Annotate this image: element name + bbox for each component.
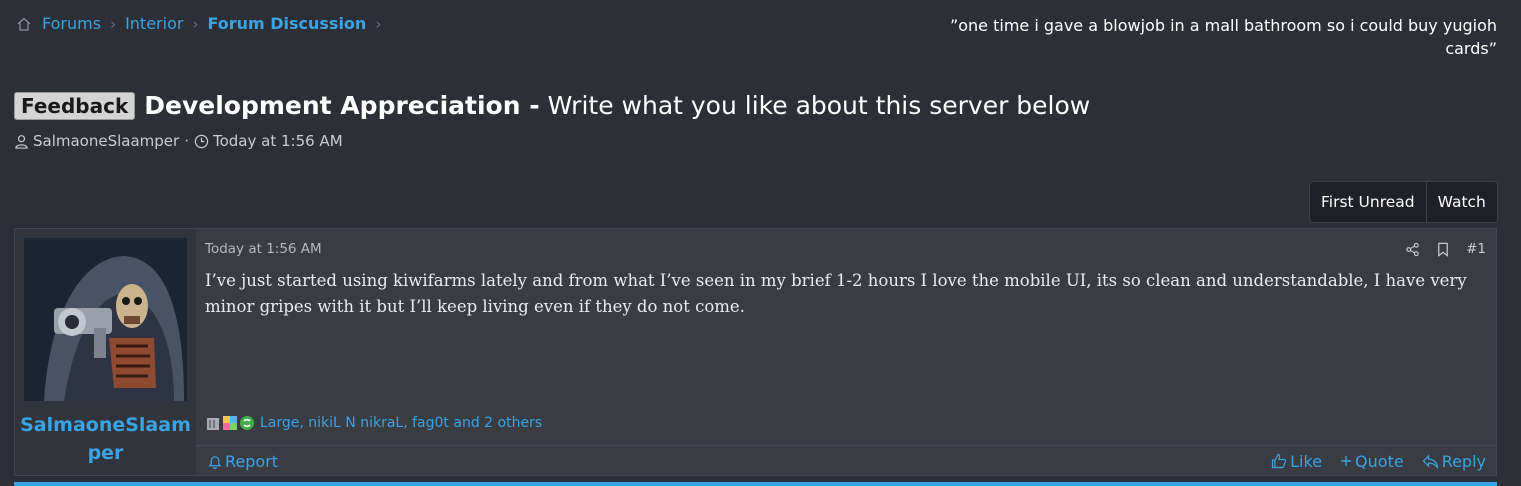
next-post-edge: [14, 482, 1497, 486]
thread-title-main: Development Appreciation -: [144, 91, 540, 120]
post-footer: Report Like Quote Reply: [196, 445, 1496, 476]
thumbs-up-icon: [1272, 453, 1287, 469]
meta-separator: ·: [184, 132, 189, 150]
share-icon[interactable]: [1405, 242, 1420, 257]
watch-button[interactable]: Watch: [1425, 182, 1497, 222]
chevron-right-icon: ›: [192, 14, 199, 33]
thread-title-subtitle: Write what you like about this server be…: [547, 91, 1091, 120]
post-tools: #1: [1405, 241, 1486, 257]
thread-title: Feedback Development Appreciation - Writ…: [14, 91, 1090, 120]
thread-time[interactable]: Today at 1:56 AM: [213, 132, 343, 150]
reaction-dumpster-icon: [207, 418, 219, 430]
like-label: Like: [1290, 451, 1323, 471]
user-icon: [15, 134, 28, 149]
reply-button[interactable]: Reply: [1422, 452, 1486, 471]
chevron-right-icon: ›: [110, 14, 117, 33]
breadcrumb-interior[interactable]: Interior: [125, 14, 183, 33]
reply-icon: [1422, 454, 1438, 469]
reaction-puzzle-icon: [223, 416, 237, 430]
chevron-right-icon: ›: [375, 14, 382, 33]
report-label: Report: [225, 451, 279, 471]
reactions-text[interactable]: Large, nikiL N nikraL, fag0t and 2 other…: [260, 415, 542, 431]
thread-prefix-badge[interactable]: Feedback: [14, 91, 136, 120]
breadcrumb-forum-discussion[interactable]: Forum Discussion: [207, 14, 366, 33]
post-number[interactable]: #1: [1466, 241, 1486, 257]
post-username[interactable]: SalmaoneSlaamper: [15, 411, 196, 467]
like-button[interactable]: Like: [1271, 452, 1322, 471]
post-actions: Like Quote Reply: [1271, 452, 1486, 471]
quote-label: Quote: [1355, 451, 1404, 471]
breadcrumb: Forums › Interior › Forum Discussion ›: [16, 14, 390, 33]
header-quote: ”one time i gave a blowjob in a mall bat…: [949, 16, 1497, 58]
avatar[interactable]: [24, 238, 187, 401]
post-date[interactable]: Today at 1:56 AM: [205, 241, 322, 257]
quote-button[interactable]: Quote: [1340, 452, 1404, 471]
bookmark-icon[interactable]: [1436, 242, 1450, 257]
reply-label: Reply: [1441, 451, 1486, 471]
clock-icon: [194, 134, 209, 148]
reaction-recycle-icon: [240, 416, 254, 430]
home-icon[interactable]: [16, 16, 32, 32]
bell-icon: [208, 455, 222, 469]
reactions-bar[interactable]: Large, nikiL N nikraL, fag0t and 2 other…: [205, 415, 542, 431]
first-unread-button[interactable]: First Unread: [1310, 182, 1426, 222]
thread-author[interactable]: SalmaoneSlaamper: [33, 132, 179, 150]
post-body: I’ve just started using kiwifarms lately…: [205, 271, 1467, 316]
post-user-cell: SalmaoneSlaamper: [15, 229, 196, 475]
post: SalmaoneSlaamper Today at 1:56 AM #1 I’v…: [14, 228, 1497, 476]
thread-meta: SalmaoneSlaamper · Today at 1:56 AM: [14, 132, 343, 150]
thread-actions: First Unread Watch: [1309, 181, 1498, 223]
breadcrumb-forums[interactable]: Forums: [42, 14, 101, 33]
report-button[interactable]: Report: [208, 452, 278, 471]
plus-icon: [1341, 456, 1352, 466]
